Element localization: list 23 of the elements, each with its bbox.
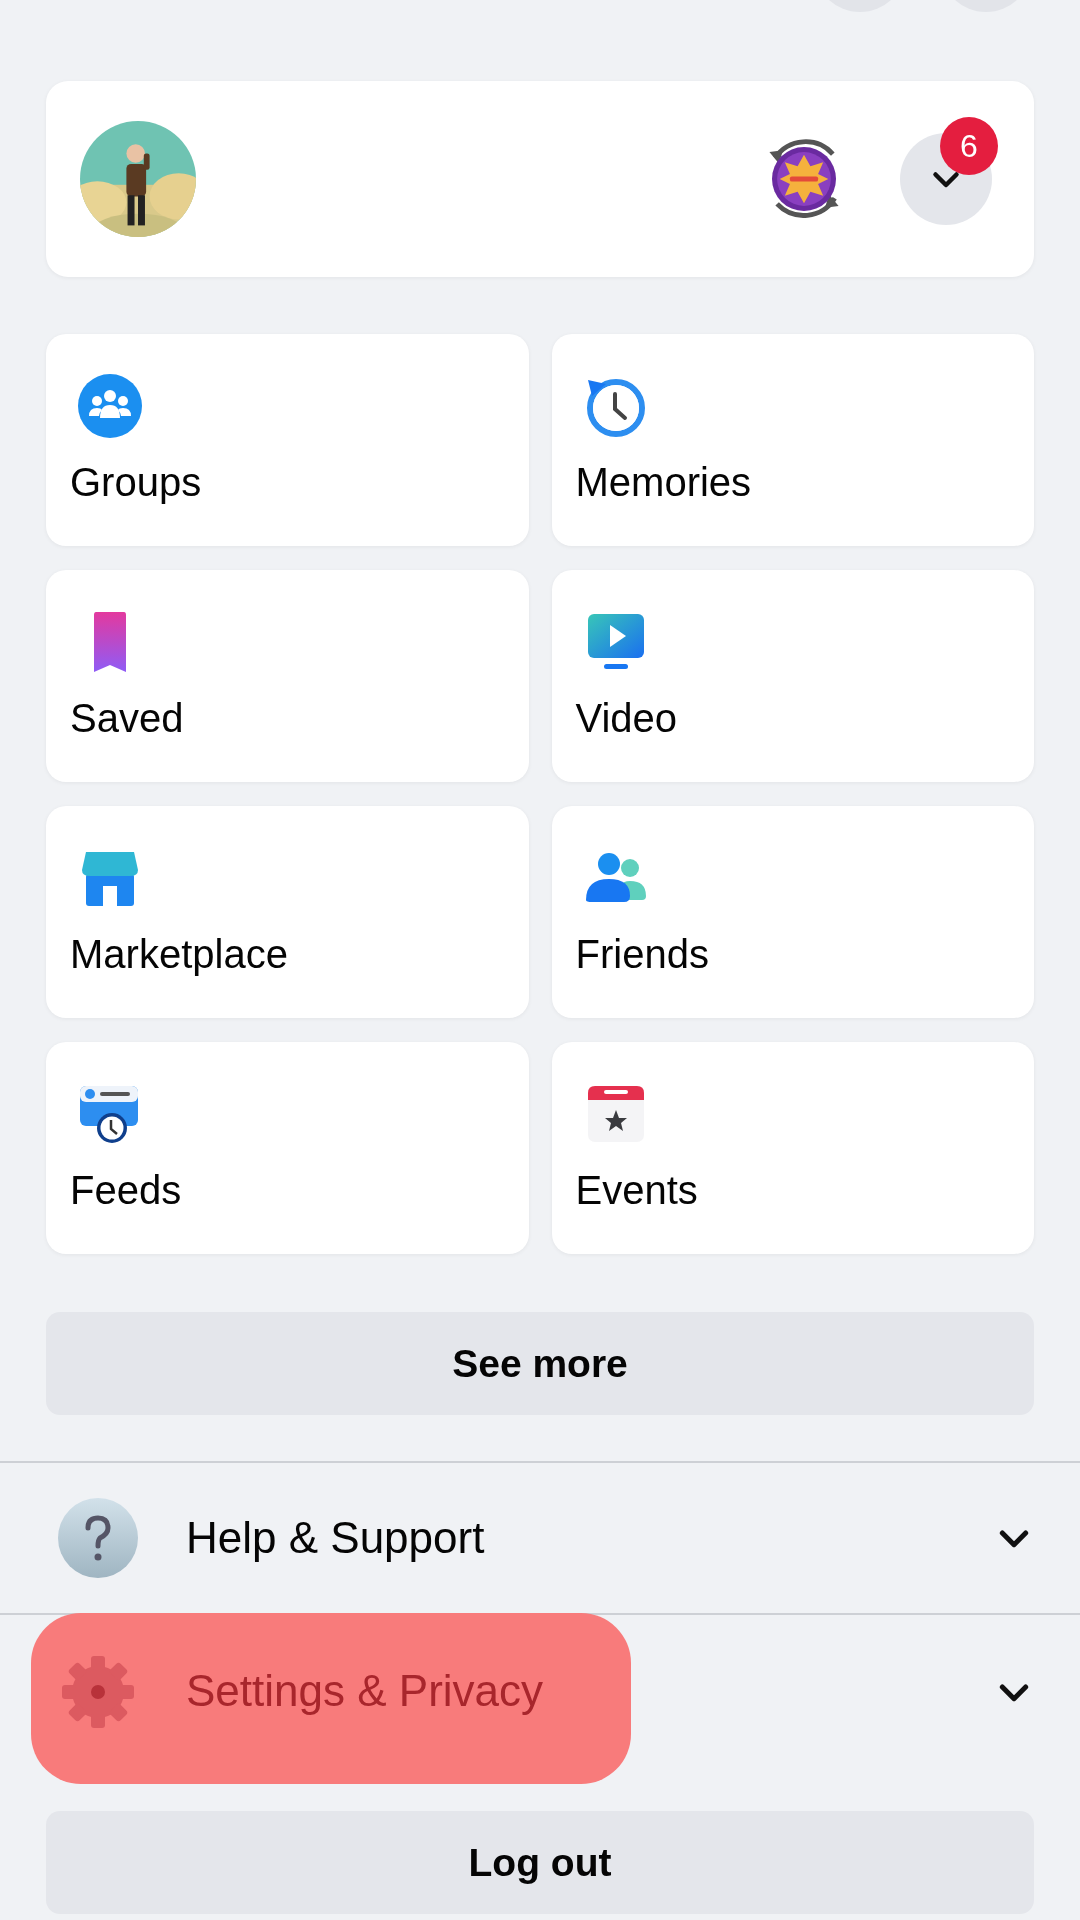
menu-label: Settings & Privacy: [186, 1666, 544, 1716]
menu-label: Help & Support: [186, 1513, 485, 1563]
shortcut-label: Friends: [575, 932, 709, 977]
shortcut-label: Groups: [70, 460, 202, 505]
help-icon: [58, 1498, 138, 1578]
shortcut-tile[interactable]: Groups: [46, 334, 529, 546]
shortcut-tile[interactable]: Marketplace: [46, 806, 529, 1018]
shortcut-tile[interactable]: Friends: [551, 806, 1034, 1018]
shortcut-label: Saved: [70, 696, 184, 741]
shortcut-tile[interactable]: Memories: [551, 334, 1034, 546]
shortcut-tile[interactable]: Saved: [46, 570, 529, 782]
shortcut-tile[interactable]: Video: [551, 570, 1034, 782]
see-more-button[interactable]: See more: [46, 1312, 1034, 1415]
shortcut-label: Memories: [575, 460, 752, 505]
notification-badge: 6: [940, 117, 998, 175]
shortcut-label: Video: [575, 696, 678, 741]
shortcut-tile[interactable]: Feeds: [46, 1042, 529, 1254]
shortcut-label: Events: [575, 1168, 698, 1213]
group-icon: [78, 374, 142, 438]
log-out-button[interactable]: Log out: [46, 1811, 1034, 1914]
shortcut-tile[interactable]: Events: [551, 1042, 1034, 1254]
shortcut-label: Marketplace: [70, 932, 288, 977]
shortcut-label: Feeds: [70, 1168, 182, 1213]
